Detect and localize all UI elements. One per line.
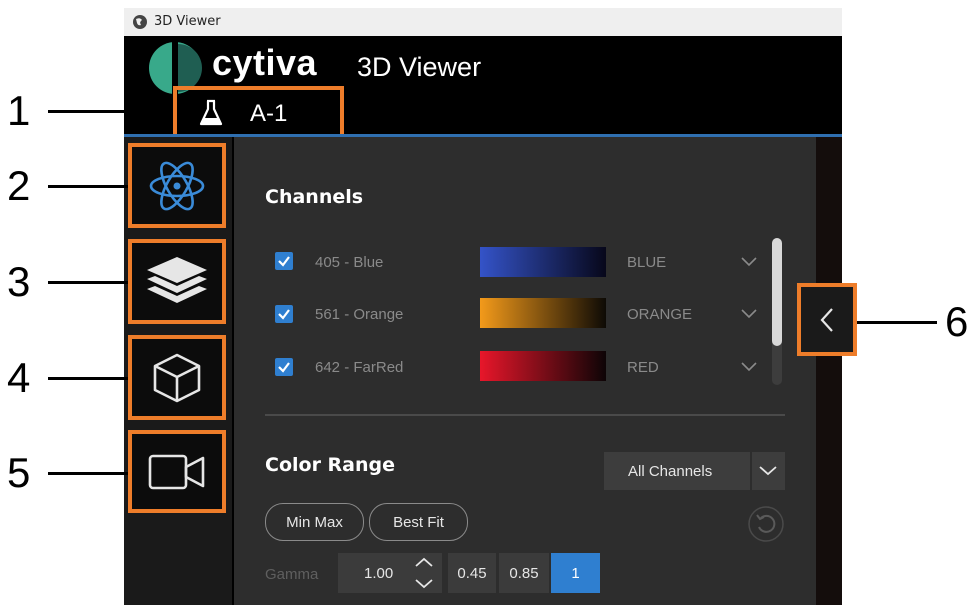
gamma-preset-1[interactable]: 1: [551, 553, 600, 593]
nav-button-channels[interactable]: [128, 143, 226, 228]
chevron-down-icon: [759, 466, 777, 476]
callout-4: 4: [7, 354, 31, 401]
callout-1: 1: [7, 87, 31, 134]
section-divider: [265, 414, 785, 416]
channel-select-value: All Channels: [628, 462, 713, 480]
app-title: 3D Viewer: [357, 52, 482, 82]
chevron-left-icon: [820, 308, 833, 332]
stepper-arrows-icon[interactable]: [412, 556, 436, 590]
callout-6: 6: [945, 298, 969, 345]
chevron-down-icon[interactable]: [741, 362, 757, 372]
dropdown-separator: [750, 452, 752, 490]
brand-name: cytiva: [212, 42, 318, 83]
cube-icon: [153, 353, 201, 402]
leader-line-4: [48, 377, 128, 380]
checkmark-icon: [278, 362, 290, 373]
channels-heading: Channels: [265, 186, 364, 208]
sample-name: A-1: [250, 100, 288, 127]
gamma-preset-0-85[interactable]: 0.85: [499, 553, 549, 593]
checkmark-icon: [278, 256, 290, 267]
nav-button-record[interactable]: [128, 430, 226, 513]
channel-select-dropdown[interactable]: All Channels: [604, 452, 785, 490]
channel-3-color-gradient: [480, 351, 606, 381]
color-range-heading: Color Range: [265, 454, 396, 476]
callout-5: 5: [7, 449, 31, 496]
checkmark-icon: [278, 309, 290, 320]
channel-3-label: 642 - FarRed: [315, 359, 404, 376]
min-max-button[interactable]: Min Max: [265, 503, 364, 541]
leader-line-5: [48, 472, 128, 475]
globe-icon: [133, 15, 147, 29]
channel-3-checkbox[interactable]: [275, 358, 293, 376]
channel-2-label: 561 - Orange: [315, 306, 404, 323]
leader-line-2: [48, 185, 128, 188]
atom-icon: [149, 161, 205, 210]
collapse-panel-button[interactable]: [797, 283, 857, 356]
best-fit-button[interactable]: Best Fit: [369, 503, 468, 541]
3d-viewport[interactable]: [816, 137, 842, 605]
video-camera-icon: [148, 454, 205, 489]
channel-1-checkbox[interactable]: [275, 252, 293, 270]
channel-1-color-name: BLUE: [627, 254, 667, 271]
channel-3-color-name: RED: [627, 359, 659, 376]
leader-line-1: [48, 110, 173, 113]
callout-3: 3: [7, 258, 31, 305]
nav-button-3d-view[interactable]: [128, 335, 226, 420]
channels-scrollbar-thumb[interactable]: [772, 238, 782, 346]
layers-icon: [147, 256, 207, 303]
channel-2-color-gradient: [480, 298, 606, 328]
callout-2: 2: [7, 162, 31, 209]
window-title: 3D Viewer: [154, 14, 221, 29]
channel-1-label: 405 - Blue: [315, 254, 384, 271]
channel-2-color-name: ORANGE: [627, 306, 693, 323]
leader-line-6: [857, 321, 937, 324]
channel-1-color-gradient: [480, 247, 606, 277]
reset-icon[interactable]: [747, 505, 785, 543]
gamma-preset-0-45[interactable]: 0.45: [448, 553, 496, 593]
gamma-value: 1.00: [364, 564, 394, 582]
gamma-label: Gamma: [265, 566, 319, 583]
nav-button-layers[interactable]: [128, 239, 226, 324]
chevron-down-icon[interactable]: [741, 257, 757, 267]
channel-2-checkbox[interactable]: [275, 305, 293, 323]
chevron-down-icon[interactable]: [741, 309, 757, 319]
flask-icon: [199, 99, 223, 126]
leader-line-3: [48, 281, 128, 284]
window-titlebar: 3D Viewer: [124, 8, 842, 36]
